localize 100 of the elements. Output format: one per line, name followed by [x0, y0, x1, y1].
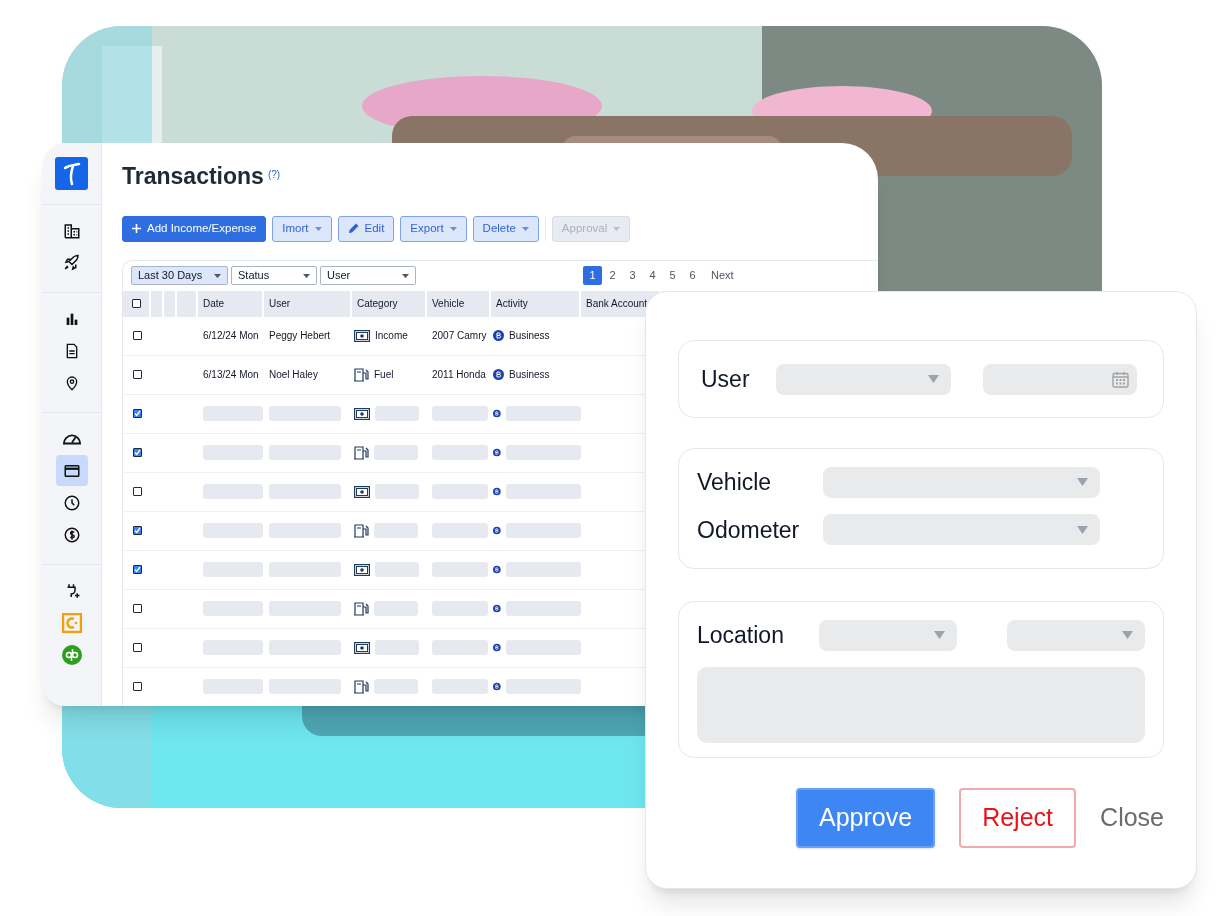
caret-icon	[933, 631, 945, 640]
page-link[interactable]: 4	[643, 266, 662, 285]
fuel-pump-icon	[354, 601, 369, 616]
page-link[interactable]: 5	[663, 266, 682, 285]
checkbox[interactable]	[132, 526, 142, 535]
toolbar-button[interactable]: Add Income/Expense	[122, 215, 267, 242]
business-badge-icon	[493, 642, 501, 653]
table-cell-text: Peggy Hebert	[269, 329, 331, 343]
select-field[interactable]	[823, 466, 1101, 498]
loading-placeholder	[203, 679, 263, 694]
column-header[interactable]: Category	[357, 296, 398, 311]
table-cell-text: Business	[509, 368, 550, 382]
dialog-button[interactable]: Approve	[796, 788, 936, 848]
table-cell-text: 2011 Honda	[432, 368, 486, 382]
app-logo-icon[interactable]	[55, 157, 88, 190]
help-link[interactable]: (?)	[267, 167, 281, 182]
sidebar-item[interactable]	[55, 455, 88, 486]
business-badge-icon	[493, 564, 501, 575]
select-field[interactable]	[823, 514, 1101, 546]
banknote-icon	[354, 329, 370, 342]
loading-placeholder	[203, 523, 263, 538]
table-cell-text: Income	[375, 329, 408, 343]
table-cell-text: Noel Haley	[269, 368, 318, 382]
column-header[interactable]: User	[269, 296, 291, 311]
business-badge-icon	[493, 603, 501, 614]
field-label: User	[701, 364, 750, 394]
column-header[interactable]: Bank Account	[586, 296, 648, 311]
caret-icon	[521, 226, 529, 231]
select-field[interactable]	[1007, 619, 1145, 651]
table-cell-text: Fuel	[374, 368, 394, 382]
caret-icon	[1077, 478, 1089, 487]
integration-logo-icon	[61, 612, 82, 633]
checkbox[interactable]	[132, 448, 142, 457]
table-cell-text: 6/13/24 Mon	[203, 368, 259, 382]
caret-icon	[449, 226, 457, 231]
toolbar-button[interactable]: Delete	[472, 215, 539, 242]
column-header[interactable]: Vehicle	[432, 296, 465, 311]
select-field[interactable]	[818, 619, 957, 651]
select-field[interactable]	[775, 363, 951, 395]
checkbox[interactable]	[132, 565, 142, 574]
caret-icon	[613, 226, 621, 231]
loading-placeholder	[269, 523, 341, 538]
filter-dropdown[interactable]: Status	[231, 266, 317, 285]
banknote-icon	[354, 563, 370, 576]
loading-placeholder	[203, 640, 263, 655]
building-icon	[62, 221, 81, 240]
gauge-icon	[62, 432, 81, 445]
column-header[interactable]: Activity	[496, 296, 528, 311]
filter-dropdown[interactable]: Last 30 Days	[131, 266, 228, 285]
column-header[interactable]: Date	[203, 296, 225, 311]
loading-placeholder	[432, 523, 488, 538]
loading-placeholder	[375, 406, 419, 421]
banknote-icon	[354, 485, 370, 498]
page-link[interactable]: 2	[603, 266, 622, 285]
business-badge-icon	[493, 447, 501, 458]
rocket-icon	[62, 253, 81, 272]
loading-placeholder	[374, 679, 418, 694]
business-badge-icon	[493, 408, 501, 419]
filter-dropdown[interactable]: User	[320, 266, 416, 285]
fuel-pump-icon	[354, 679, 369, 694]
loading-placeholder	[432, 562, 488, 577]
dollar-coin-icon	[62, 525, 81, 544]
loading-placeholder	[269, 562, 341, 577]
dialog-button[interactable]: Close	[1100, 788, 1164, 848]
banknote-icon	[354, 641, 370, 654]
loading-placeholder	[269, 484, 341, 499]
loading-placeholder	[203, 484, 263, 499]
checkbox[interactable]	[131, 299, 141, 308]
checkbox[interactable]	[132, 331, 142, 340]
checkbox[interactable]	[132, 487, 142, 496]
loading-placeholder	[269, 640, 341, 655]
loading-placeholder	[269, 601, 341, 616]
checkbox[interactable]	[132, 643, 142, 652]
checkbox[interactable]	[132, 409, 142, 418]
loading-placeholder	[432, 484, 488, 499]
toolbar-button[interactable]: Imort	[272, 215, 332, 242]
business-badge-icon	[493, 681, 501, 692]
next-link[interactable]: Next	[711, 267, 734, 284]
checkbox[interactable]	[132, 682, 142, 691]
caret-icon	[303, 273, 310, 278]
checkbox[interactable]	[132, 604, 142, 613]
loading-placeholder	[432, 445, 488, 460]
accounting-logo-icon	[61, 644, 82, 665]
page-link[interactable]: 6	[683, 266, 702, 285]
page-link[interactable]: 3	[623, 266, 642, 285]
dialog-button[interactable]: Reject	[959, 788, 1077, 848]
loading-placeholder	[203, 562, 263, 577]
caret-icon	[314, 226, 322, 231]
loading-placeholder	[269, 679, 341, 694]
loading-placeholder	[375, 484, 419, 499]
field-label: Location	[697, 621, 784, 650]
checkbox[interactable]	[132, 370, 142, 379]
fuel-pump-icon	[354, 523, 369, 538]
fuel-pump-icon	[354, 367, 369, 382]
page-link[interactable]: 1	[583, 266, 602, 285]
date-field[interactable]	[983, 363, 1137, 395]
toolbar-button[interactable]: Export	[400, 215, 467, 242]
loading-placeholder	[374, 523, 418, 538]
toolbar-button[interactable]: Edit	[337, 215, 395, 242]
loading-placeholder	[374, 601, 418, 616]
